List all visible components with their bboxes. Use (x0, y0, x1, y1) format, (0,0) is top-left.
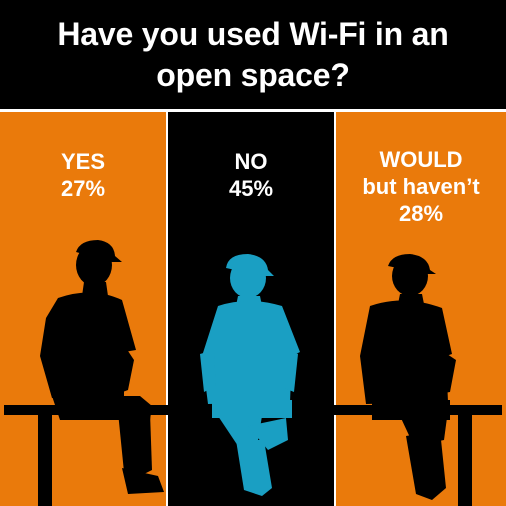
figures-illustration (4, 240, 502, 506)
person-yes-figure (40, 240, 164, 494)
person-no-figure (200, 254, 300, 496)
person-would-figure (360, 254, 456, 500)
